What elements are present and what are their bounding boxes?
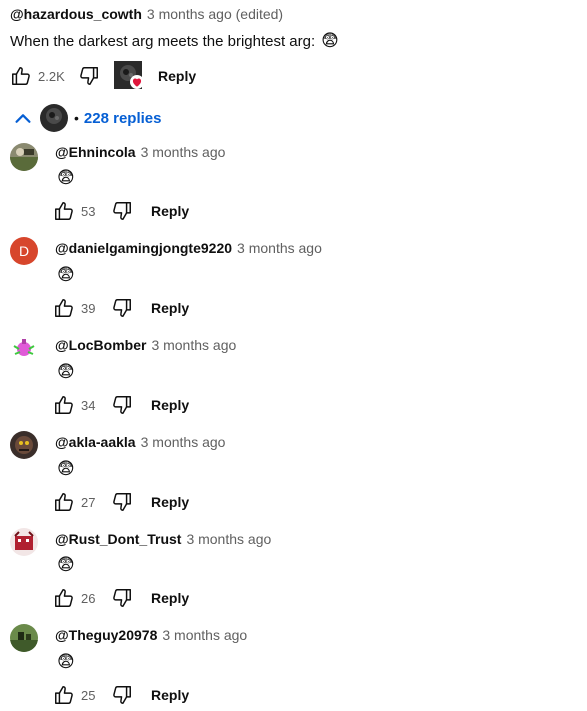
reply-header: @Theguy20978 3 months ago (55, 627, 247, 643)
reply-body: 😨 (57, 652, 75, 672)
reply-avatar[interactable]: D (10, 237, 38, 265)
reply-button[interactable]: Reply (151, 494, 189, 510)
reply-body: 😨 (57, 168, 75, 188)
dislike-icon[interactable] (78, 65, 100, 87)
reply-avatar[interactable] (10, 528, 38, 556)
heart-icon (130, 75, 144, 89)
like-count: 34 (81, 397, 96, 413)
comment-timestamp[interactable]: 3 months ago (edited) (147, 6, 283, 22)
avatar[interactable] (10, 334, 38, 362)
reply-body: 😨 (57, 265, 75, 285)
parent-comment: @hazardous_cowth 3 months ago (edited) (10, 6, 580, 22)
avatar[interactable] (10, 528, 38, 556)
replies-toggle[interactable]: • 228 replies (12, 104, 161, 132)
reply-text: 😨 (57, 459, 75, 479)
reply-actions: 53 Reply (53, 199, 189, 223)
reply-timestamp[interactable]: 3 months ago (162, 627, 247, 643)
like-icon[interactable] (53, 297, 75, 319)
reply-text: 😨 (57, 362, 75, 382)
like-icon[interactable] (10, 65, 32, 87)
reply-button[interactable]: Reply (151, 397, 189, 413)
reply-body: 😨 (57, 555, 75, 575)
reply-avatar[interactable] (10, 143, 38, 171)
reply-author[interactable]: @LocBomber (55, 337, 146, 353)
dislike-icon[interactable] (111, 200, 133, 222)
reply-timestamp[interactable]: 3 months ago (186, 531, 271, 547)
like-count: 2.2K (38, 68, 65, 84)
reply-text: 😨 (57, 168, 75, 188)
like-count: 25 (81, 687, 96, 703)
reply-author[interactable]: @Rust_Dont_Trust (55, 531, 181, 547)
reply-author[interactable]: @Ehnincola (55, 144, 136, 160)
like-icon[interactable] (53, 394, 75, 416)
reply-author[interactable]: @Theguy20978 (55, 627, 157, 643)
like-count: 53 (81, 203, 96, 219)
reply-actions: 39 Reply (53, 296, 189, 320)
reply-header: @Ehnincola 3 months ago (55, 144, 225, 160)
reply-author[interactable]: @danielgamingjongte9220 (55, 240, 232, 256)
reply-timestamp[interactable]: 3 months ago (141, 434, 226, 450)
reply-button[interactable]: Reply (151, 203, 189, 219)
comment-emoji: 😨 (321, 31, 339, 51)
reply-text: 😨 (57, 265, 75, 285)
avatar[interactable] (10, 431, 38, 459)
dislike-icon[interactable] (111, 394, 133, 416)
reply-timestamp[interactable]: 3 months ago (237, 240, 322, 256)
reply-button[interactable]: Reply (151, 687, 189, 703)
creator-avatar (40, 104, 68, 132)
creator-heart[interactable] (114, 61, 144, 91)
reply-text: 😨 (57, 652, 75, 672)
reply-button[interactable]: Reply (151, 300, 189, 316)
reply-button[interactable]: Reply (158, 68, 196, 84)
comment-author[interactable]: @hazardous_cowth (10, 6, 142, 22)
reply-header: @LocBomber 3 months ago (55, 337, 236, 353)
dislike-icon[interactable] (111, 297, 133, 319)
dislike-icon[interactable] (111, 587, 133, 609)
like-icon[interactable] (53, 684, 75, 706)
like-icon[interactable] (53, 200, 75, 222)
reply-author[interactable]: @akla-aakla (55, 434, 136, 450)
reply-header: @akla-aakla 3 months ago (55, 434, 225, 450)
bullet: • (74, 110, 79, 126)
reply-text: 😨 (57, 555, 75, 575)
like-icon[interactable] (53, 587, 75, 609)
reply-timestamp[interactable]: 3 months ago (151, 337, 236, 353)
reply-header: @danielgamingjongte9220 3 months ago (55, 240, 322, 256)
like-count: 39 (81, 300, 96, 316)
reply-avatar[interactable] (10, 334, 38, 362)
dislike-icon[interactable] (111, 491, 133, 513)
reply-header: @Rust_Dont_Trust 3 months ago (55, 531, 271, 547)
comment-actions: 2.2K Reply (10, 61, 196, 91)
reply-body: 😨 (57, 459, 75, 479)
avatar[interactable] (10, 624, 38, 652)
reply-avatar[interactable] (10, 431, 38, 459)
like-count: 27 (81, 494, 96, 510)
reply-body: 😨 (57, 362, 75, 382)
avatar[interactable]: D (10, 237, 38, 265)
reply-avatar[interactable] (10, 624, 38, 652)
replies-count[interactable]: 228 replies (84, 110, 162, 127)
reply-actions: 27 Reply (53, 490, 189, 514)
comment-text: When the darkest arg meets the brightest… (10, 32, 316, 50)
dislike-icon[interactable] (111, 684, 133, 706)
comment-body: When the darkest arg meets the brightest… (10, 31, 339, 51)
like-count: 26 (81, 590, 96, 606)
reply-timestamp[interactable]: 3 months ago (141, 144, 226, 160)
reply-actions: 26 Reply (53, 586, 189, 610)
chevron-up-icon[interactable] (12, 108, 32, 128)
avatar[interactable] (10, 143, 38, 171)
like-icon[interactable] (53, 491, 75, 513)
reply-button[interactable]: Reply (151, 590, 189, 606)
reply-actions: 34 Reply (53, 393, 189, 417)
reply-actions: 25 Reply (53, 683, 189, 707)
